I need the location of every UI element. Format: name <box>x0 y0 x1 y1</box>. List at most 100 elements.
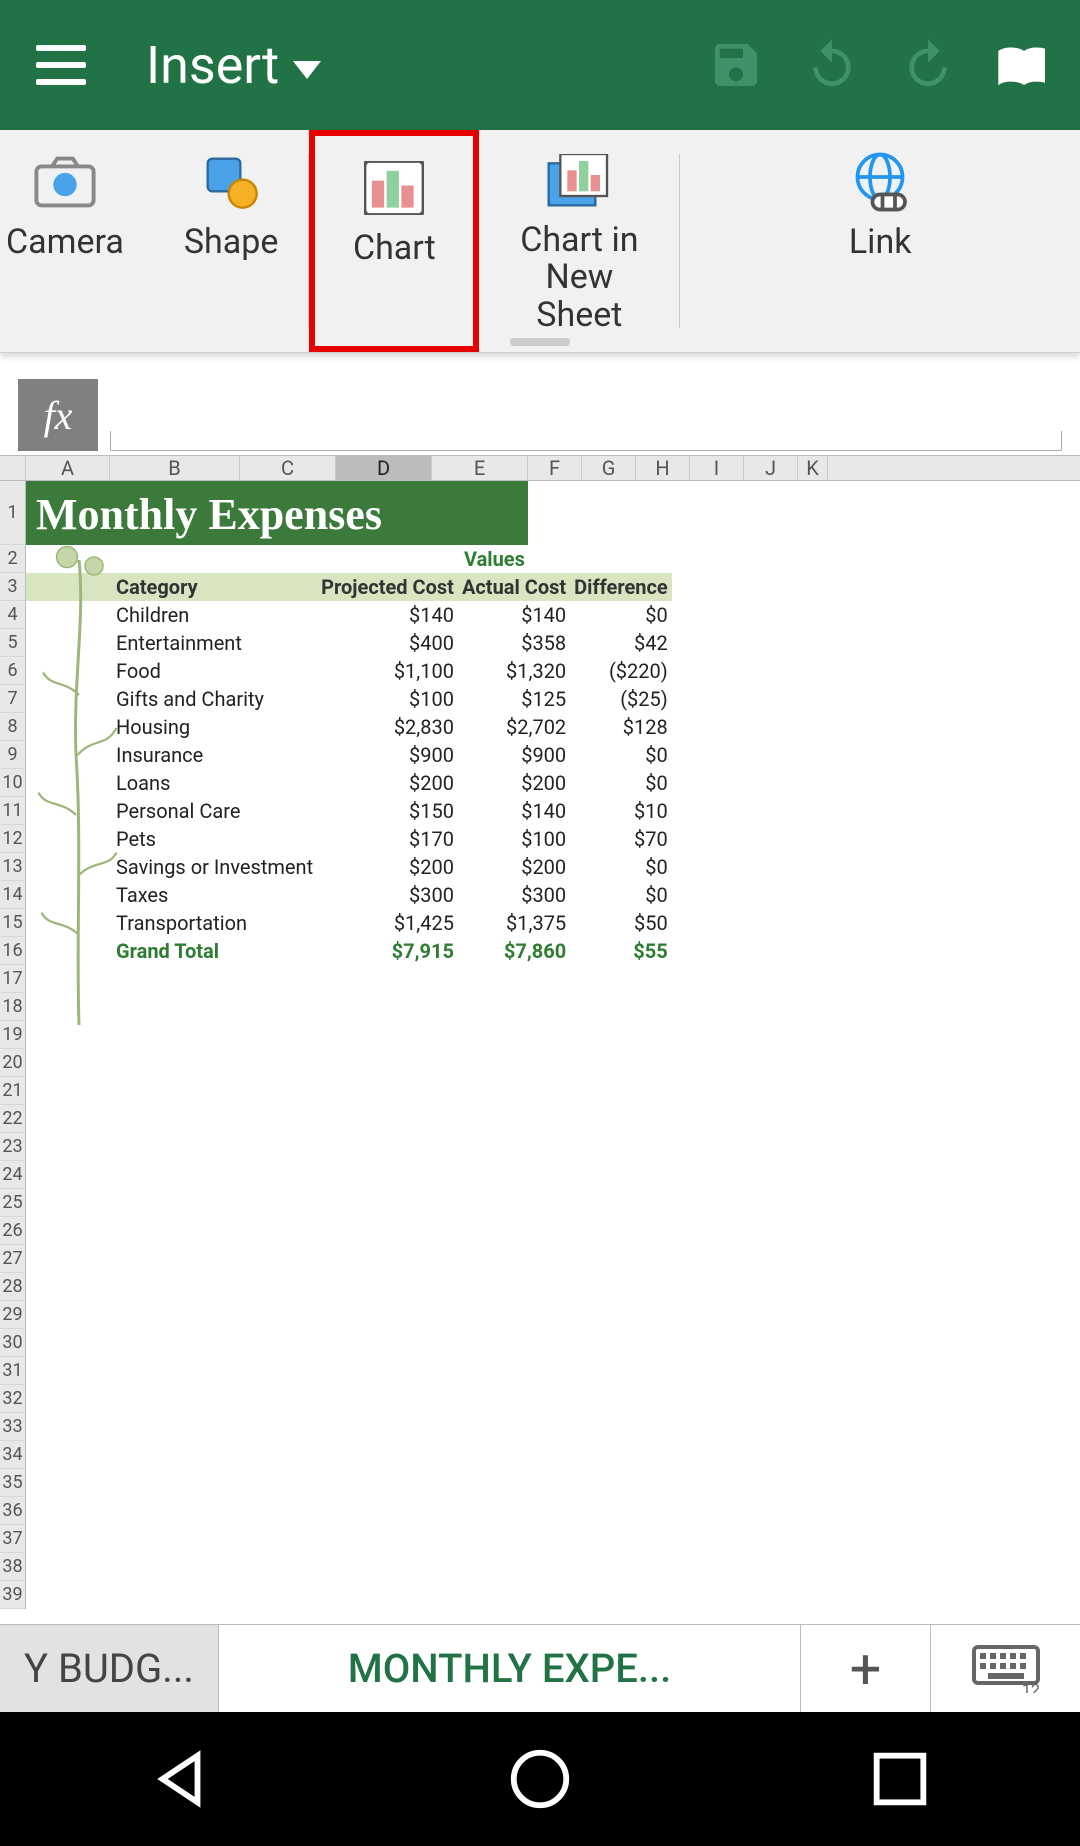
cell-projected[interactable]: $900 <box>317 741 458 769</box>
row-header[interactable]: 29 <box>0 1301 25 1329</box>
cell-category[interactable]: Loans <box>26 769 317 797</box>
cell-actual[interactable]: $200 <box>458 853 570 881</box>
row-header[interactable]: 6 <box>0 657 25 685</box>
cell-category[interactable]: Savings or Investment <box>26 853 317 881</box>
cell-projected[interactable]: $200 <box>317 853 458 881</box>
row-header[interactable]: 22 <box>0 1105 25 1133</box>
table-row[interactable]: Gifts and Charity$100$125($25) <box>26 685 672 713</box>
cell-category[interactable]: Food <box>26 657 317 685</box>
row-header[interactable]: 34 <box>0 1441 25 1469</box>
table-row[interactable]: Taxes$300$300$0 <box>26 881 672 909</box>
row-header[interactable]: 27 <box>0 1245 25 1273</box>
fx-button[interactable]: fx <box>18 379 98 451</box>
row-headers[interactable]: 1234567891011121314151617181920212223242… <box>0 481 26 1609</box>
cell-category[interactable]: Transportation <box>26 909 317 937</box>
col-J[interactable]: J <box>744 456 798 480</box>
cell-category[interactable]: Personal Care <box>26 797 317 825</box>
cell-diff[interactable]: $50 <box>570 909 672 937</box>
row-header[interactable]: 23 <box>0 1133 25 1161</box>
row-header[interactable]: 33 <box>0 1413 25 1441</box>
redo-icon[interactable] <box>900 37 956 93</box>
row-header[interactable]: 25 <box>0 1189 25 1217</box>
cell-category[interactable]: Insurance <box>26 741 317 769</box>
cell-actual[interactable]: $200 <box>458 769 570 797</box>
cell-actual[interactable]: $140 <box>458 601 570 629</box>
cell-actual[interactable]: $358 <box>458 629 570 657</box>
cell-projected[interactable]: $1,100 <box>317 657 458 685</box>
cell-category[interactable]: Gifts and Charity <box>26 685 317 713</box>
cell-projected[interactable]: $100 <box>317 685 458 713</box>
save-icon[interactable] <box>708 37 764 93</box>
row-header[interactable]: 15 <box>0 909 25 937</box>
row-header[interactable]: 11 <box>0 797 25 825</box>
table-row[interactable]: Children$140$140$0 <box>26 601 672 629</box>
cell-category[interactable]: Entertainment <box>26 629 317 657</box>
col-C[interactable]: C <box>240 456 336 480</box>
col-D[interactable]: D <box>336 456 432 480</box>
row-header[interactable]: 13 <box>0 853 25 881</box>
camera-button[interactable]: Camera <box>0 130 154 352</box>
cell-diff[interactable]: $0 <box>570 769 672 797</box>
col-I[interactable]: I <box>690 456 744 480</box>
recent-apps-button[interactable] <box>865 1744 935 1814</box>
cell-projected[interactable]: $170 <box>317 825 458 853</box>
home-button[interactable] <box>505 1744 575 1814</box>
ribbon-tab-selector[interactable]: Insert <box>146 35 321 96</box>
table-row[interactable]: Transportation$1,425$1,375$50 <box>26 909 672 937</box>
col-B[interactable]: B <box>110 456 240 480</box>
col-K[interactable]: K <box>798 456 828 480</box>
back-button[interactable] <box>145 1744 215 1814</box>
cell-actual[interactable]: $100 <box>458 825 570 853</box>
col-H[interactable]: H <box>636 456 690 480</box>
table-row[interactable]: Savings or Investment$200$200$0 <box>26 853 672 881</box>
table-row[interactable]: Insurance$900$900$0 <box>26 741 672 769</box>
row-header[interactable]: 14 <box>0 881 25 909</box>
row-header[interactable]: 8 <box>0 713 25 741</box>
cell-diff[interactable]: $42 <box>570 629 672 657</box>
cell-diff[interactable]: ($25) <box>570 685 672 713</box>
table-row[interactable]: Food$1,100$1,320($220) <box>26 657 672 685</box>
row-header[interactable]: 16 <box>0 937 25 965</box>
row-header[interactable]: 20 <box>0 1049 25 1077</box>
row-header[interactable]: 21 <box>0 1077 25 1105</box>
row-header[interactable]: 36 <box>0 1497 25 1525</box>
cell-projected[interactable]: $200 <box>317 769 458 797</box>
row-header[interactable]: 12 <box>0 825 25 853</box>
col-G[interactable]: G <box>582 456 636 480</box>
undo-icon[interactable] <box>804 37 860 93</box>
cell-actual[interactable]: $1,320 <box>458 657 570 685</box>
row-header[interactable]: 28 <box>0 1273 25 1301</box>
cell-diff[interactable]: $10 <box>570 797 672 825</box>
row-header[interactable]: 10 <box>0 769 25 797</box>
row-header[interactable]: 26 <box>0 1217 25 1245</box>
row-header[interactable]: 17 <box>0 965 25 993</box>
worksheet[interactable]: 1234567891011121314151617181920212223242… <box>0 481 1080 1609</box>
menu-icon[interactable] <box>36 45 86 85</box>
col-E[interactable]: E <box>432 456 528 480</box>
ribbon-drag-handle[interactable] <box>510 338 570 346</box>
cell-actual[interactable]: $1,375 <box>458 909 570 937</box>
cell-projected[interactable]: $300 <box>317 881 458 909</box>
row-header[interactable]: 2 <box>0 545 25 573</box>
cell-projected[interactable]: $400 <box>317 629 458 657</box>
col-A[interactable]: A <box>26 456 110 480</box>
reading-view-icon[interactable] <box>996 37 1052 93</box>
cell-projected[interactable]: $1,425 <box>317 909 458 937</box>
formula-input[interactable] <box>110 431 1062 451</box>
cell-projected[interactable]: $150 <box>317 797 458 825</box>
row-header[interactable]: 30 <box>0 1329 25 1357</box>
table-row[interactable]: Entertainment$400$358$42 <box>26 629 672 657</box>
cell-projected[interactable]: $140 <box>317 601 458 629</box>
row-header[interactable]: 37 <box>0 1525 25 1553</box>
add-sheet-button[interactable]: + <box>800 1625 930 1712</box>
chart-new-sheet-button[interactable]: Chart in New Sheet <box>479 130 679 352</box>
cell-diff[interactable]: $128 <box>570 713 672 741</box>
table-row[interactable]: Personal Care$150$140$10 <box>26 797 672 825</box>
cell-diff[interactable]: $0 <box>570 741 672 769</box>
table-row[interactable]: Loans$200$200$0 <box>26 769 672 797</box>
col-F[interactable]: F <box>528 456 582 480</box>
row-header[interactable]: 7 <box>0 685 25 713</box>
row-header[interactable]: 31 <box>0 1357 25 1385</box>
cell-category[interactable]: Children <box>26 601 317 629</box>
row-header[interactable]: 32 <box>0 1385 25 1413</box>
